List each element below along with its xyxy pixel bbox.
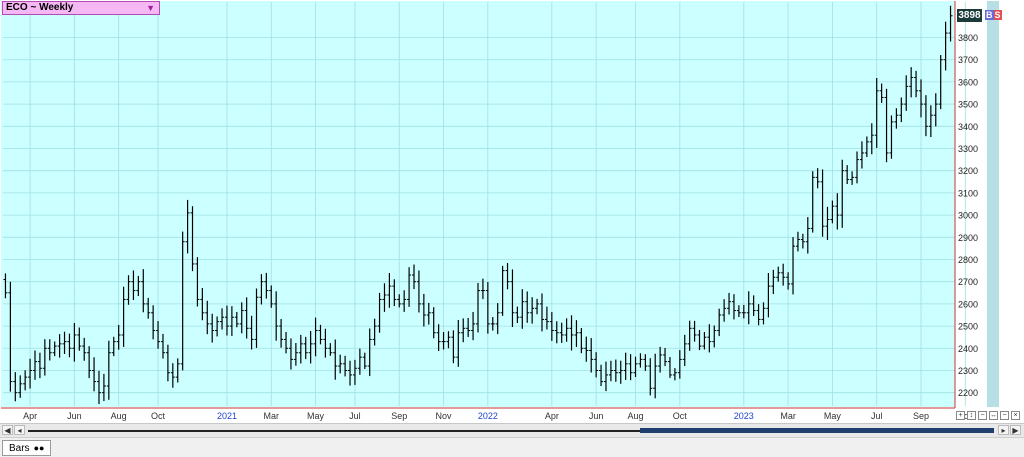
tab-bars-label: Bars [9,443,30,454]
x-tick-label: Jul [349,411,361,421]
x-tick-label: 2022 [478,411,498,421]
chevron-down-icon[interactable]: ▼ [146,2,155,14]
y-tick-label: 3700 [958,55,978,65]
scroll-start-icon[interactable]: ◀ [2,425,13,435]
y-tick-label: 3200 [958,166,978,176]
scroll-right-icon[interactable]: ▸ [998,425,1009,435]
buy-badge[interactable]: B [985,10,994,20]
y-tick-label: 2900 [958,233,978,243]
zoom-fit-icon[interactable]: ↕ [967,411,976,420]
y-tick-label: 2600 [958,299,978,309]
scroll-end-icon[interactable]: ▶ [1010,425,1021,435]
close-icon[interactable]: × [1011,411,1020,420]
x-tick-label: Aug [628,411,644,421]
y-tick-label: 2800 [958,255,978,265]
symbol-label: ECO ~ Weekly [6,2,74,13]
status-bar: Bars ●● [0,437,1024,457]
symbol-selector[interactable]: ECO ~ Weekly ▼ [2,1,160,15]
y-tick-label: 2500 [958,322,978,332]
plot-background [1,1,955,407]
x-tick-label: Sep [913,411,929,421]
scroll-left-icon[interactable]: ◂ [14,425,25,435]
x-tick-label: Sep [391,411,407,421]
x-tick-label: 2021 [217,411,237,421]
x-tick-label: May [824,411,842,421]
y-tick-label: 3500 [958,100,978,110]
x-tick-label: Mar [780,411,796,421]
scroll-thumb[interactable] [640,428,994,433]
x-tick-label: Mar [264,411,280,421]
x-tick-label: Oct [673,411,688,421]
y-tick-label: 3000 [958,211,978,221]
shrink-icon[interactable]: − [1000,411,1009,420]
y-tick-label: 2200 [958,388,978,398]
x-tick-label: Jun [67,411,82,421]
zoom-out-icon[interactable]: − [978,411,987,420]
last-price-marker: 3898 [957,8,982,22]
y-tick-label: 3800 [958,33,978,43]
y-tick-label: 3300 [958,144,978,154]
expand-icon[interactable]: ↔ [989,411,998,420]
x-tick-label: 2023 [734,411,754,421]
y-tick-label: 2700 [958,277,978,287]
y-tick-label: 3600 [958,77,978,87]
horizontal-scrollbar[interactable]: ◀ ◂ ▸ ▶ [0,423,1024,437]
x-tick-label: Apr [545,411,559,421]
price-chart[interactable]: 2200 2300 2400 2500 2600 2700 2800 2900 3000 3100… [0,0,1024,456]
x-tick-label: Apr [23,411,37,421]
y-tick-label: 3400 [958,122,978,132]
right-strip [987,1,999,407]
x-tick-label: May [307,411,325,421]
buy-sell-badge[interactable]: BS [985,9,1002,21]
x-tick-label: Jul [871,411,883,421]
x-tick-label: Jun [589,411,604,421]
chart-frame: 2200 2300 2400 2500 2600 2700 2800 2900 3000 3100… [0,0,1024,457]
x-tick-label: Aug [111,411,127,421]
y-tick-label: 2400 [958,344,978,354]
tab-bars[interactable]: Bars ●● [2,440,52,456]
x-tick-label: Oct [151,411,166,421]
link-icon: ●● [33,443,45,453]
sell-badge[interactable]: S [993,10,1002,20]
y-tick-label: 3100 [958,188,978,198]
y-tick-label: 2300 [958,366,978,376]
zoom-in-icon[interactable]: + [956,411,965,420]
date-axis: Apr Jun Aug Oct 2021 Mar May Jul Sep Nov 2022 Apr Ju… [23,411,974,421]
x-tick-label: Nov [436,411,453,421]
